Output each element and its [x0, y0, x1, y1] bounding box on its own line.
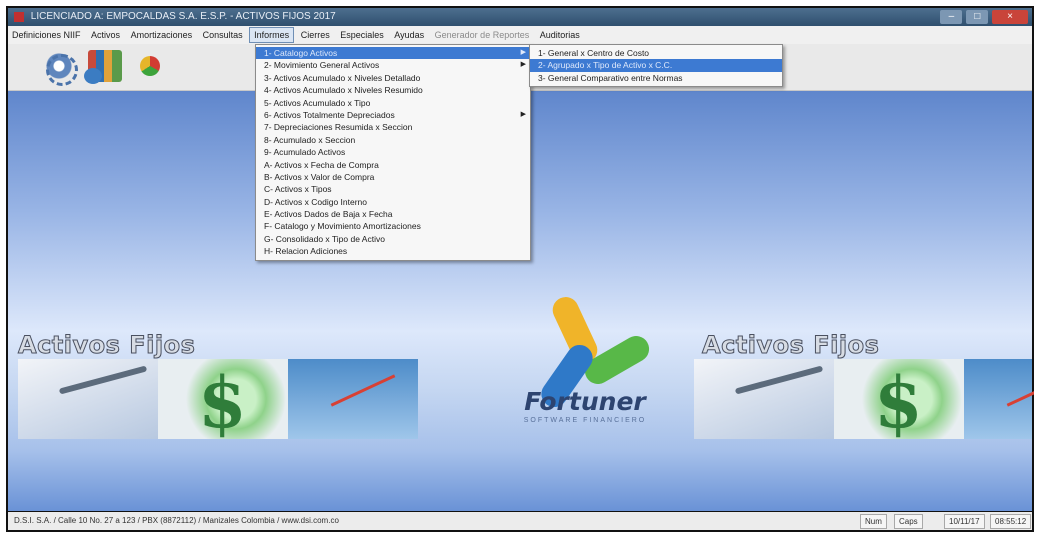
- menu-item-label: 4- Activos Acumulado x Niveles Resumido: [264, 85, 423, 96]
- menu-item-a[interactable]: A- Activos x Fecha de Compra: [256, 159, 530, 171]
- brand-title-right: Activos Fijos: [701, 331, 880, 360]
- menu-amortizaciones[interactable]: Amortizaciones: [127, 26, 197, 44]
- informes-menu: 1- Catalogo Activos ▶ 2- Movimiento Gener…: [255, 44, 531, 261]
- menu-item-label: H- Relacion Adiciones: [264, 246, 348, 257]
- menu-item-label: 8- Acumulado x Seccion: [264, 134, 356, 145]
- submenu-item-comparativo-normas[interactable]: 3- General Comparativo entre Normas: [530, 72, 782, 84]
- submenu-arrow-icon: ▶: [520, 110, 526, 118]
- status-company: D.S.I. S.A. / Calle 10 No. 27 a 123 / PB…: [14, 516, 339, 525]
- menu-cierres[interactable]: Cierres: [297, 26, 334, 44]
- menu-item-4[interactable]: 4- Activos Acumulado x Niveles Resumido: [256, 84, 530, 96]
- menu-item-label: D- Activos x Codigo Interno: [264, 196, 367, 207]
- menu-auditorias[interactable]: Auditorias: [536, 26, 584, 44]
- status-time: 08:55:12: [990, 514, 1032, 529]
- menu-item-e[interactable]: E- Activos Dados de Baja x Fecha: [256, 208, 530, 220]
- submenu-item-general-centro-costo[interactable]: 1- General x Centro de Costo: [530, 47, 782, 59]
- menu-item-label: A- Activos x Fecha de Compra: [264, 159, 379, 170]
- menu-item-7[interactable]: 7- Depreciaciones Resumida x Seccion: [256, 121, 530, 133]
- submenu-item-agrupado-tipo-activo[interactable]: 2- Agrupado x Tipo de Activo x C.C.: [530, 59, 782, 72]
- minimize-button[interactable]: –: [940, 10, 963, 24]
- status-bar: D.S.I. S.A. / Calle 10 No. 27 a 123 / PB…: [8, 512, 1032, 530]
- dollar-image: [834, 359, 964, 444]
- menu-item-label: F- Catalogo y Movimiento Amortizaciones: [264, 221, 421, 232]
- menu-item-label: B- Activos x Valor de Compra: [264, 171, 375, 182]
- logo-tagline: SOFTWARE FINANCIERO: [523, 417, 647, 424]
- pen-image: [694, 359, 834, 439]
- menu-item-h[interactable]: H- Relacion Adiciones: [256, 245, 530, 257]
- menu-item-6[interactable]: 6- Activos Totalmente Depreciados ▶: [256, 109, 530, 121]
- menu-item-label: 5- Activos Acumulado x Tipo: [264, 97, 371, 108]
- pen-image: [18, 359, 158, 439]
- menu-item-catalogo-activos[interactable]: 1- Catalogo Activos ▶: [256, 47, 530, 60]
- menu-item-b[interactable]: B- Activos x Valor de Compra: [256, 171, 530, 183]
- catalogo-submenu: 1- General x Centro de Costo 2- Agrupado…: [529, 44, 783, 88]
- menu-item-8[interactable]: 8- Acumulado x Seccion: [256, 134, 530, 146]
- menu-item-movimiento-general[interactable]: 2- Movimiento General Activos ▶: [256, 59, 530, 71]
- menu-item-label: 1- Catalogo Activos: [264, 48, 338, 58]
- chart-image: [964, 359, 1032, 439]
- menu-bar: Definiciones NIIF Activos Amortizaciones…: [8, 26, 1032, 44]
- submenu-arrow-icon: ▶: [520, 61, 526, 69]
- menu-definiciones-niif[interactable]: Definiciones NIIF: [8, 26, 85, 44]
- window-controls: – □ ×: [939, 10, 1028, 24]
- menu-item-label: C- Activos x Tipos: [264, 184, 332, 195]
- status-num: Num: [860, 514, 887, 529]
- status-caps: Caps: [894, 514, 923, 529]
- menu-item-label: 3- Activos Acumulado x Niveles Detallado: [264, 72, 421, 83]
- app-icon: [14, 12, 24, 22]
- submenu-arrow-icon: ▶: [520, 49, 526, 56]
- menu-item-label: 2- Movimiento General Activos: [264, 60, 380, 71]
- menu-item-label: 6- Activos Totalmente Depreciados: [264, 109, 395, 120]
- title-bar: LICENCIADO A: EMPOCALDAS S.A. E.S.P. - A…: [8, 8, 1032, 26]
- menu-item-c[interactable]: C- Activos x Tipos: [256, 183, 530, 195]
- menu-item-label: 9- Acumulado Activos: [264, 147, 346, 158]
- menu-item-d[interactable]: D- Activos x Codigo Interno: [256, 196, 530, 208]
- close-button[interactable]: ×: [992, 10, 1028, 24]
- fortuner-logo: Fortuner SOFTWARE FINANCIERO: [492, 289, 678, 449]
- menu-item-label: G- Consolidado x Tipo de Activo: [264, 233, 385, 244]
- menu-item-9[interactable]: 9- Acumulado Activos: [256, 146, 530, 158]
- menu-ayudas[interactable]: Ayudas: [390, 26, 428, 44]
- menu-generador-reportes[interactable]: Generador de Reportes: [431, 26, 534, 44]
- menu-item-f[interactable]: F- Catalogo y Movimiento Amortizaciones: [256, 220, 530, 232]
- chart-image: [288, 359, 418, 439]
- menu-item-5[interactable]: 5- Activos Acumulado x Tipo: [256, 97, 530, 109]
- submenu-item-label: 3- General Comparativo entre Normas: [538, 72, 683, 83]
- menu-item-g[interactable]: G- Consolidado x Tipo de Activo: [256, 233, 530, 245]
- menu-informes[interactable]: Informes: [249, 27, 295, 43]
- status-date: 10/11/17: [944, 514, 985, 529]
- menu-activos[interactable]: Activos: [87, 26, 124, 44]
- window-title: LICENCIADO A: EMPOCALDAS S.A. E.S.P. - A…: [30, 11, 336, 22]
- submenu-item-label: 1- General x Centro de Costo: [538, 48, 650, 58]
- menu-especiales[interactable]: Especiales: [336, 26, 388, 44]
- dollar-image: [158, 359, 288, 444]
- gear-icon[interactable]: [42, 50, 78, 86]
- logo-name: Fortuner: [524, 387, 646, 416]
- menu-item-label: E- Activos Dados de Baja x Fecha: [264, 209, 393, 220]
- refresh-icon[interactable]: [140, 56, 160, 76]
- submenu-item-label: 2- Agrupado x Tipo de Activo x C.C.: [538, 60, 673, 71]
- books-icon[interactable]: [84, 50, 122, 84]
- banner-left: [18, 359, 418, 444]
- menu-consultas[interactable]: Consultas: [199, 26, 247, 44]
- brand-title-left: Activos Fijos: [17, 331, 196, 360]
- menu-item-label: 7- Depreciaciones Resumida x Seccion: [264, 122, 413, 133]
- maximize-button[interactable]: □: [966, 10, 989, 24]
- banner-right: [694, 359, 1032, 444]
- menu-item-3[interactable]: 3- Activos Acumulado x Niveles Detallado: [256, 72, 530, 84]
